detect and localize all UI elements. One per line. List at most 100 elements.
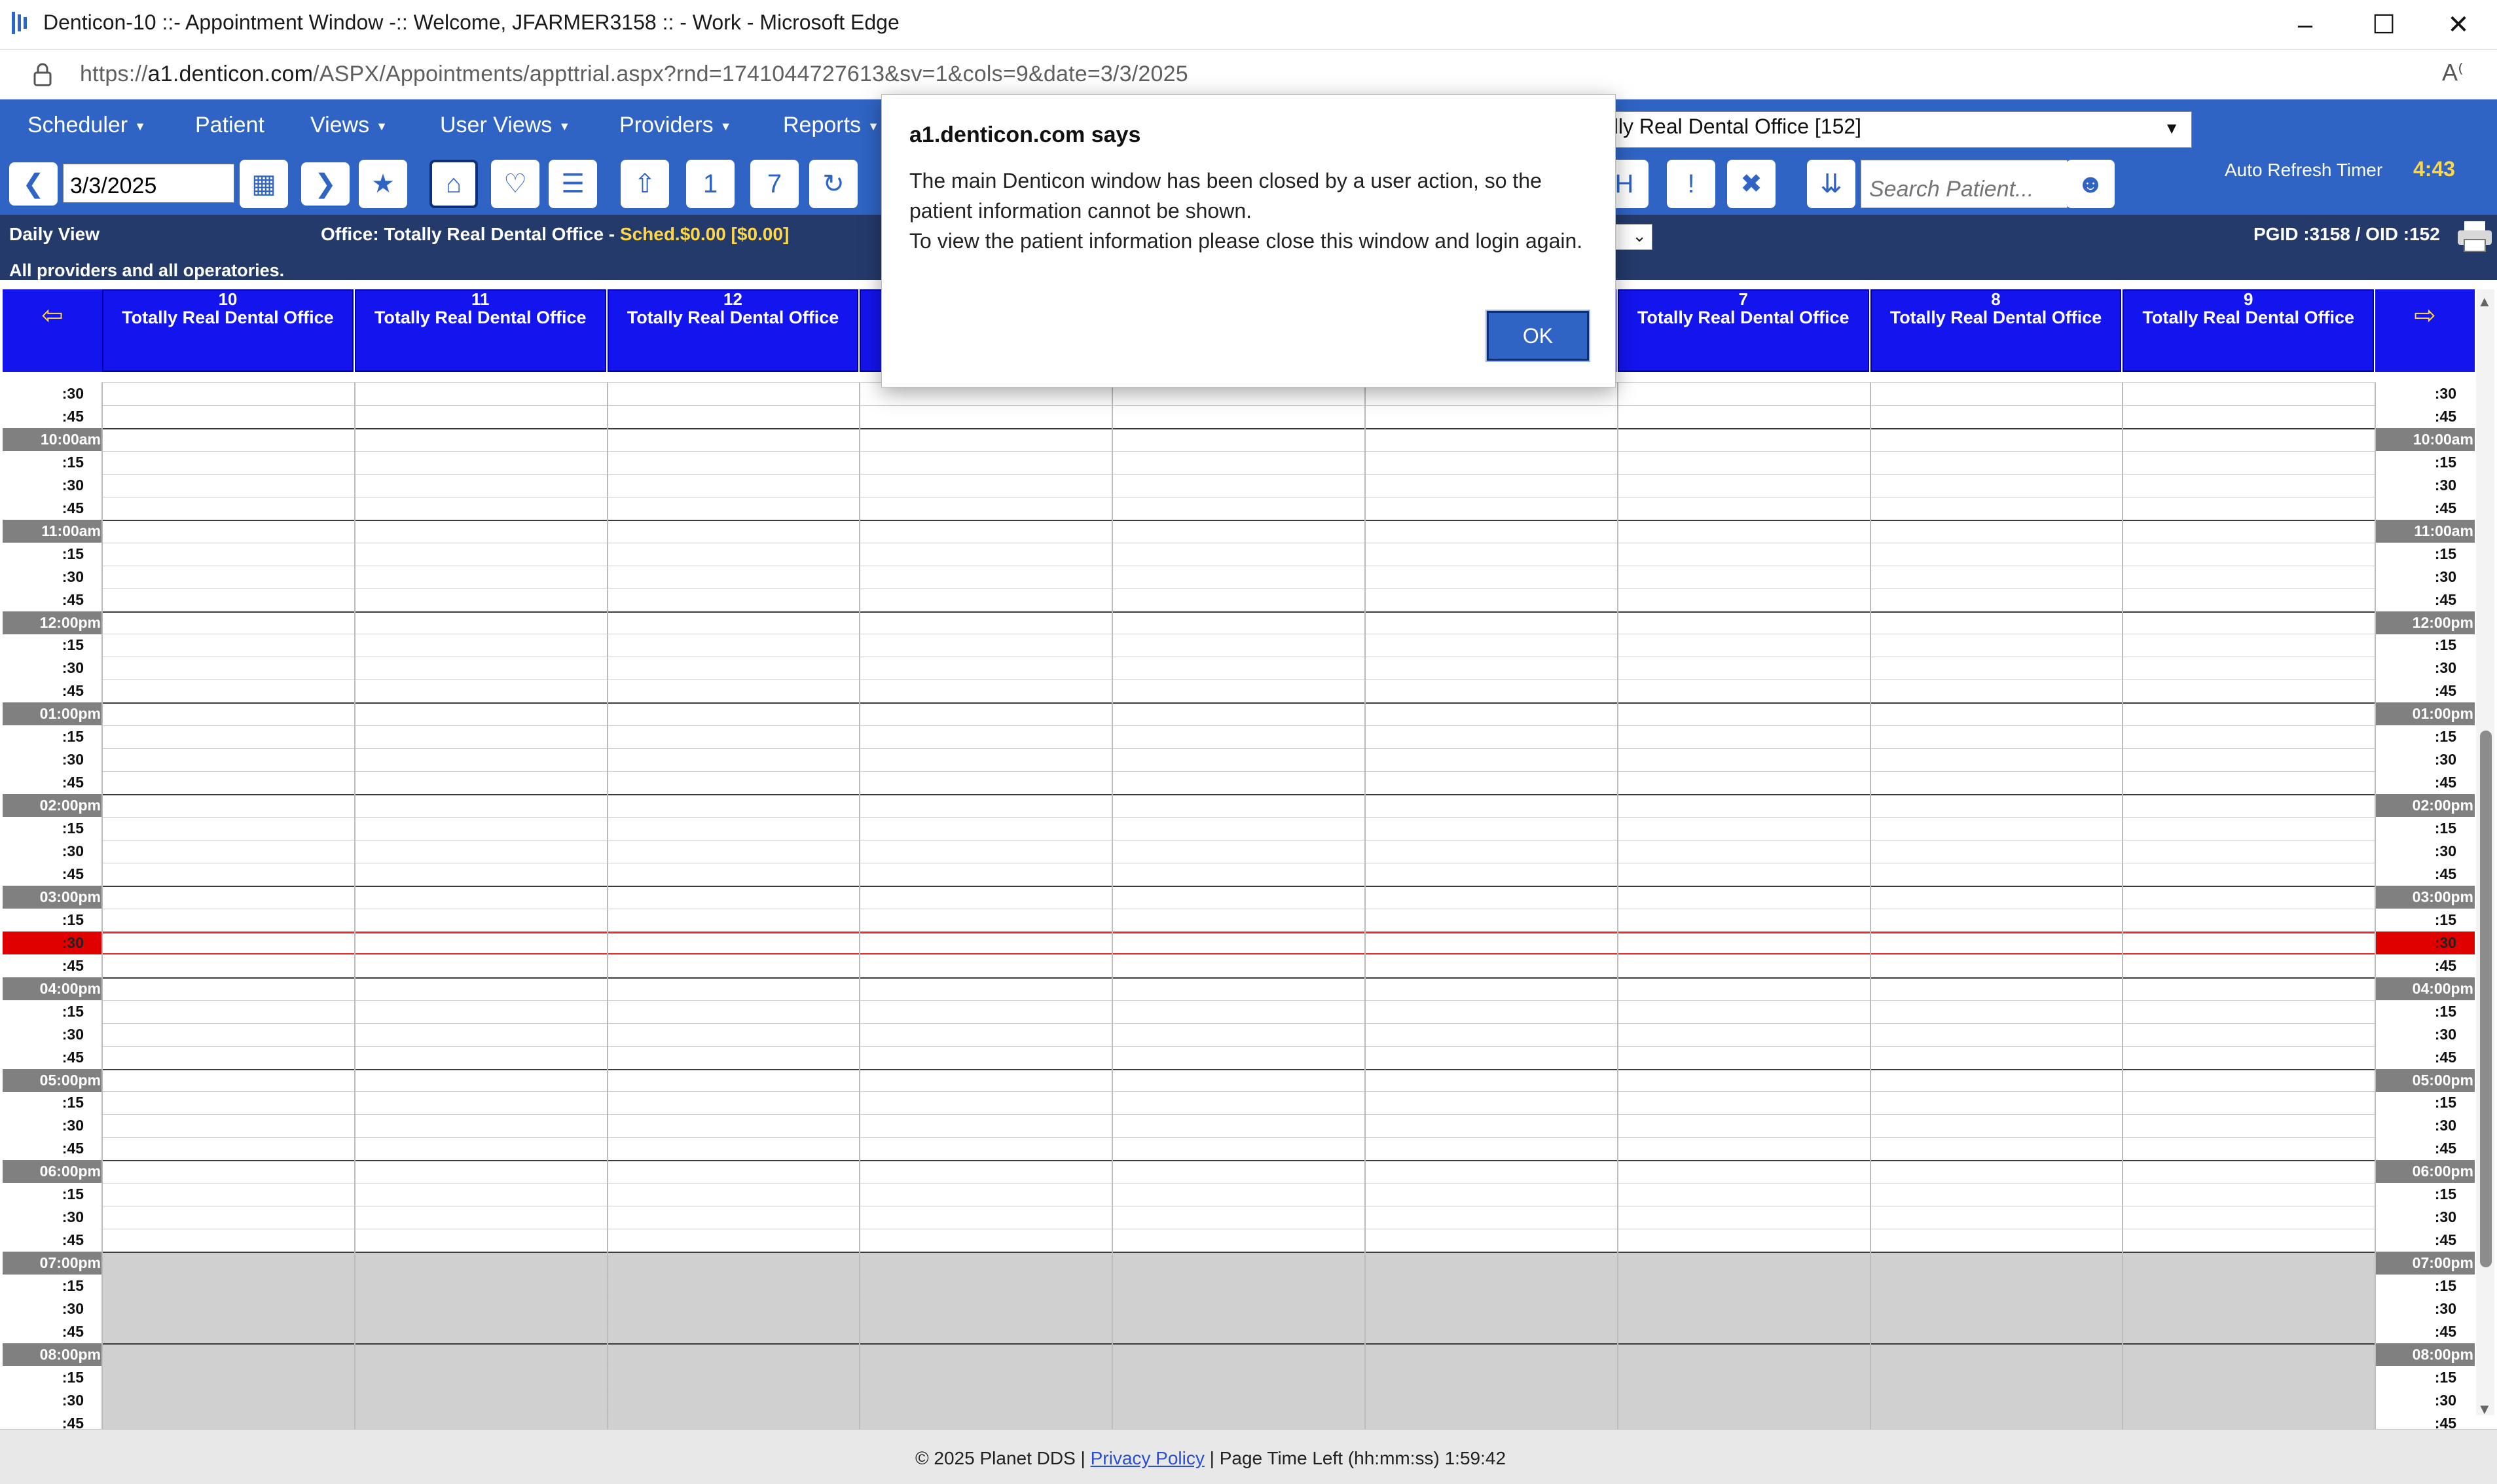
operatory-number: 12	[723, 289, 742, 309]
time-label: :15	[2434, 1002, 2456, 1020]
scroll-left-button[interactable]: ⇦	[3, 289, 102, 372]
time-label: :15	[62, 820, 84, 837]
column-divider	[2122, 382, 2124, 1429]
operatory-header[interactable]: 8 Totally Real Dental Office	[1870, 289, 2122, 372]
upload-calendar-icon[interactable]: ⇧	[621, 160, 669, 208]
favorite-calendar-icon[interactable]: ★	[359, 160, 407, 208]
time-label: :15	[62, 1002, 84, 1020]
time-label: 05:00pm	[2375, 1068, 2475, 1092]
next-day-button[interactable]: ❯	[301, 162, 350, 206]
menu-reports[interactable]: Reports ▼	[783, 113, 879, 138]
operatory-header[interactable]: 9 Totally Real Dental Office	[2123, 289, 2375, 372]
url-text[interactable]: https://a1.denticon.com/ASPX/Appointment…	[80, 62, 1188, 87]
calendar-icon[interactable]: ▦	[240, 160, 288, 208]
footer: © 2025 Planet DDS | Privacy Policy | Pag…	[0, 1429, 2497, 1484]
slot-divider	[102, 405, 2375, 406]
time-label: :45	[62, 499, 84, 516]
office-select[interactable]: ally Real Dental Office [152] ▼	[1597, 111, 2192, 148]
expand-down-icon[interactable]: ⇊	[1807, 160, 1855, 208]
operatory-header[interactable]: 12 Totally Real Dental Office	[607, 289, 859, 372]
time-label: :15	[62, 636, 84, 654]
refresh-icon[interactable]: ↻	[809, 160, 858, 208]
time-label: 07:00pm	[3, 1252, 102, 1275]
operatory-number: 9	[2244, 289, 2253, 309]
operatory-header[interactable]: 7 Totally Real Dental Office	[1617, 289, 1869, 372]
time-label: :15	[62, 545, 84, 562]
scrollbar-thumb[interactable]	[2480, 731, 2492, 1267]
slot-divider	[102, 519, 2375, 521]
time-label: :15	[2434, 453, 2456, 471]
time-label: :45	[2434, 1231, 2456, 1249]
tooth-icon[interactable]: ♡	[491, 160, 539, 208]
slot-divider	[102, 450, 2375, 452]
menu-providers[interactable]: Providers ▼	[619, 113, 731, 138]
notes-icon[interactable]: ☰	[549, 160, 597, 208]
scroll-right-button[interactable]: ⇨	[2375, 289, 2475, 372]
alert-calendar-icon[interactable]: !	[1667, 160, 1715, 208]
time-label: :45	[62, 1231, 84, 1249]
close-window-button[interactable]: ✕	[2421, 0, 2496, 50]
privacy-policy-link[interactable]: Privacy Policy	[1091, 1448, 1205, 1468]
one-day-view-icon[interactable]: 1	[686, 160, 735, 208]
time-label: :15	[2434, 820, 2456, 837]
slot-divider	[102, 1091, 2375, 1093]
schedule-grid: ⇦ 10 Totally Real Dental Office 11 Totally …	[0, 280, 2497, 1429]
column-divider	[859, 382, 861, 1429]
home-icon[interactable]: ⌂	[429, 160, 478, 208]
print-icon[interactable]	[2456, 220, 2493, 253]
cancel-calendar-icon[interactable]: ✖	[1727, 160, 1776, 208]
menu-views[interactable]: Views ▼	[310, 113, 388, 138]
time-label: :30	[62, 1025, 84, 1043]
time-label: :30	[62, 1391, 84, 1409]
time-label: :45	[2434, 956, 2456, 974]
operatory-header[interactable]: 10 Totally Real Dental Office	[102, 289, 354, 372]
maximize-button[interactable]: ☐	[2346, 0, 2421, 50]
menu-scheduler[interactable]: Scheduler ▼	[27, 113, 146, 138]
slot-divider	[102, 1000, 2375, 1001]
time-label: 02:00pm	[3, 794, 102, 818]
slot-divider	[102, 1411, 2375, 1413]
time-label: :15	[62, 1185, 84, 1203]
view-label: Daily View	[9, 224, 100, 244]
menu-user-views[interactable]: User Views ▼	[440, 113, 570, 138]
slot-divider	[102, 702, 2375, 704]
time-label: :30	[2434, 568, 2456, 585]
operatory-header[interactable]: 11 Totally Real Dental Office	[354, 289, 606, 372]
minimize-button[interactable]: –	[2268, 0, 2342, 50]
time-label: :45	[2434, 1048, 2456, 1066]
operatory-number: 11	[471, 289, 490, 309]
seven-day-view-icon[interactable]: 7	[750, 160, 799, 208]
read-aloud-icon[interactable]: A⁽	[2442, 59, 2464, 86]
window-title: Denticon-10 ::- Appointment Window -:: W…	[43, 10, 900, 34]
scroll-up-arrow[interactable]: ▲	[2477, 293, 2492, 310]
time-label: :45	[2434, 407, 2456, 425]
closed-hours-block	[102, 1252, 2375, 1429]
previous-day-button[interactable]: ❮	[9, 162, 58, 206]
address-bar[interactable]: https://a1.denticon.com/ASPX/Appointment…	[0, 50, 2497, 100]
slot-divider	[102, 1023, 2375, 1024]
time-label: :30	[2434, 751, 2456, 769]
time-label: :45	[2434, 1322, 2456, 1340]
time-label: :45	[62, 774, 84, 791]
chevron-down-icon: ▼	[2164, 120, 2179, 137]
operatory-number: 7	[1738, 289, 1748, 309]
time-label: :15	[62, 1277, 84, 1295]
time-label: :30	[62, 385, 84, 402]
date-input[interactable]	[63, 164, 234, 203]
operatory-name: Totally Real Dental Office	[2142, 308, 2355, 327]
menu-patient[interactable]: Patient	[195, 113, 264, 138]
time-label: :45	[62, 956, 84, 974]
search-patient-input[interactable]	[1861, 160, 2068, 208]
time-label: :45	[2434, 590, 2456, 608]
ok-button[interactable]: OK	[1485, 310, 1590, 362]
slot-divider	[102, 1045, 2375, 1047]
time-label: :45	[2434, 774, 2456, 791]
patient-search-icon[interactable]: ☻	[2066, 160, 2115, 208]
scroll-down-arrow[interactable]: ▼	[2477, 1401, 2492, 1418]
time-label: 03:00pm	[2375, 885, 2475, 909]
time-label: :45	[62, 407, 84, 425]
slot-divider	[102, 679, 2375, 681]
time-label: :15	[2434, 1277, 2456, 1295]
slot-divider	[102, 1183, 2375, 1184]
slot-divider	[102, 1137, 2375, 1138]
